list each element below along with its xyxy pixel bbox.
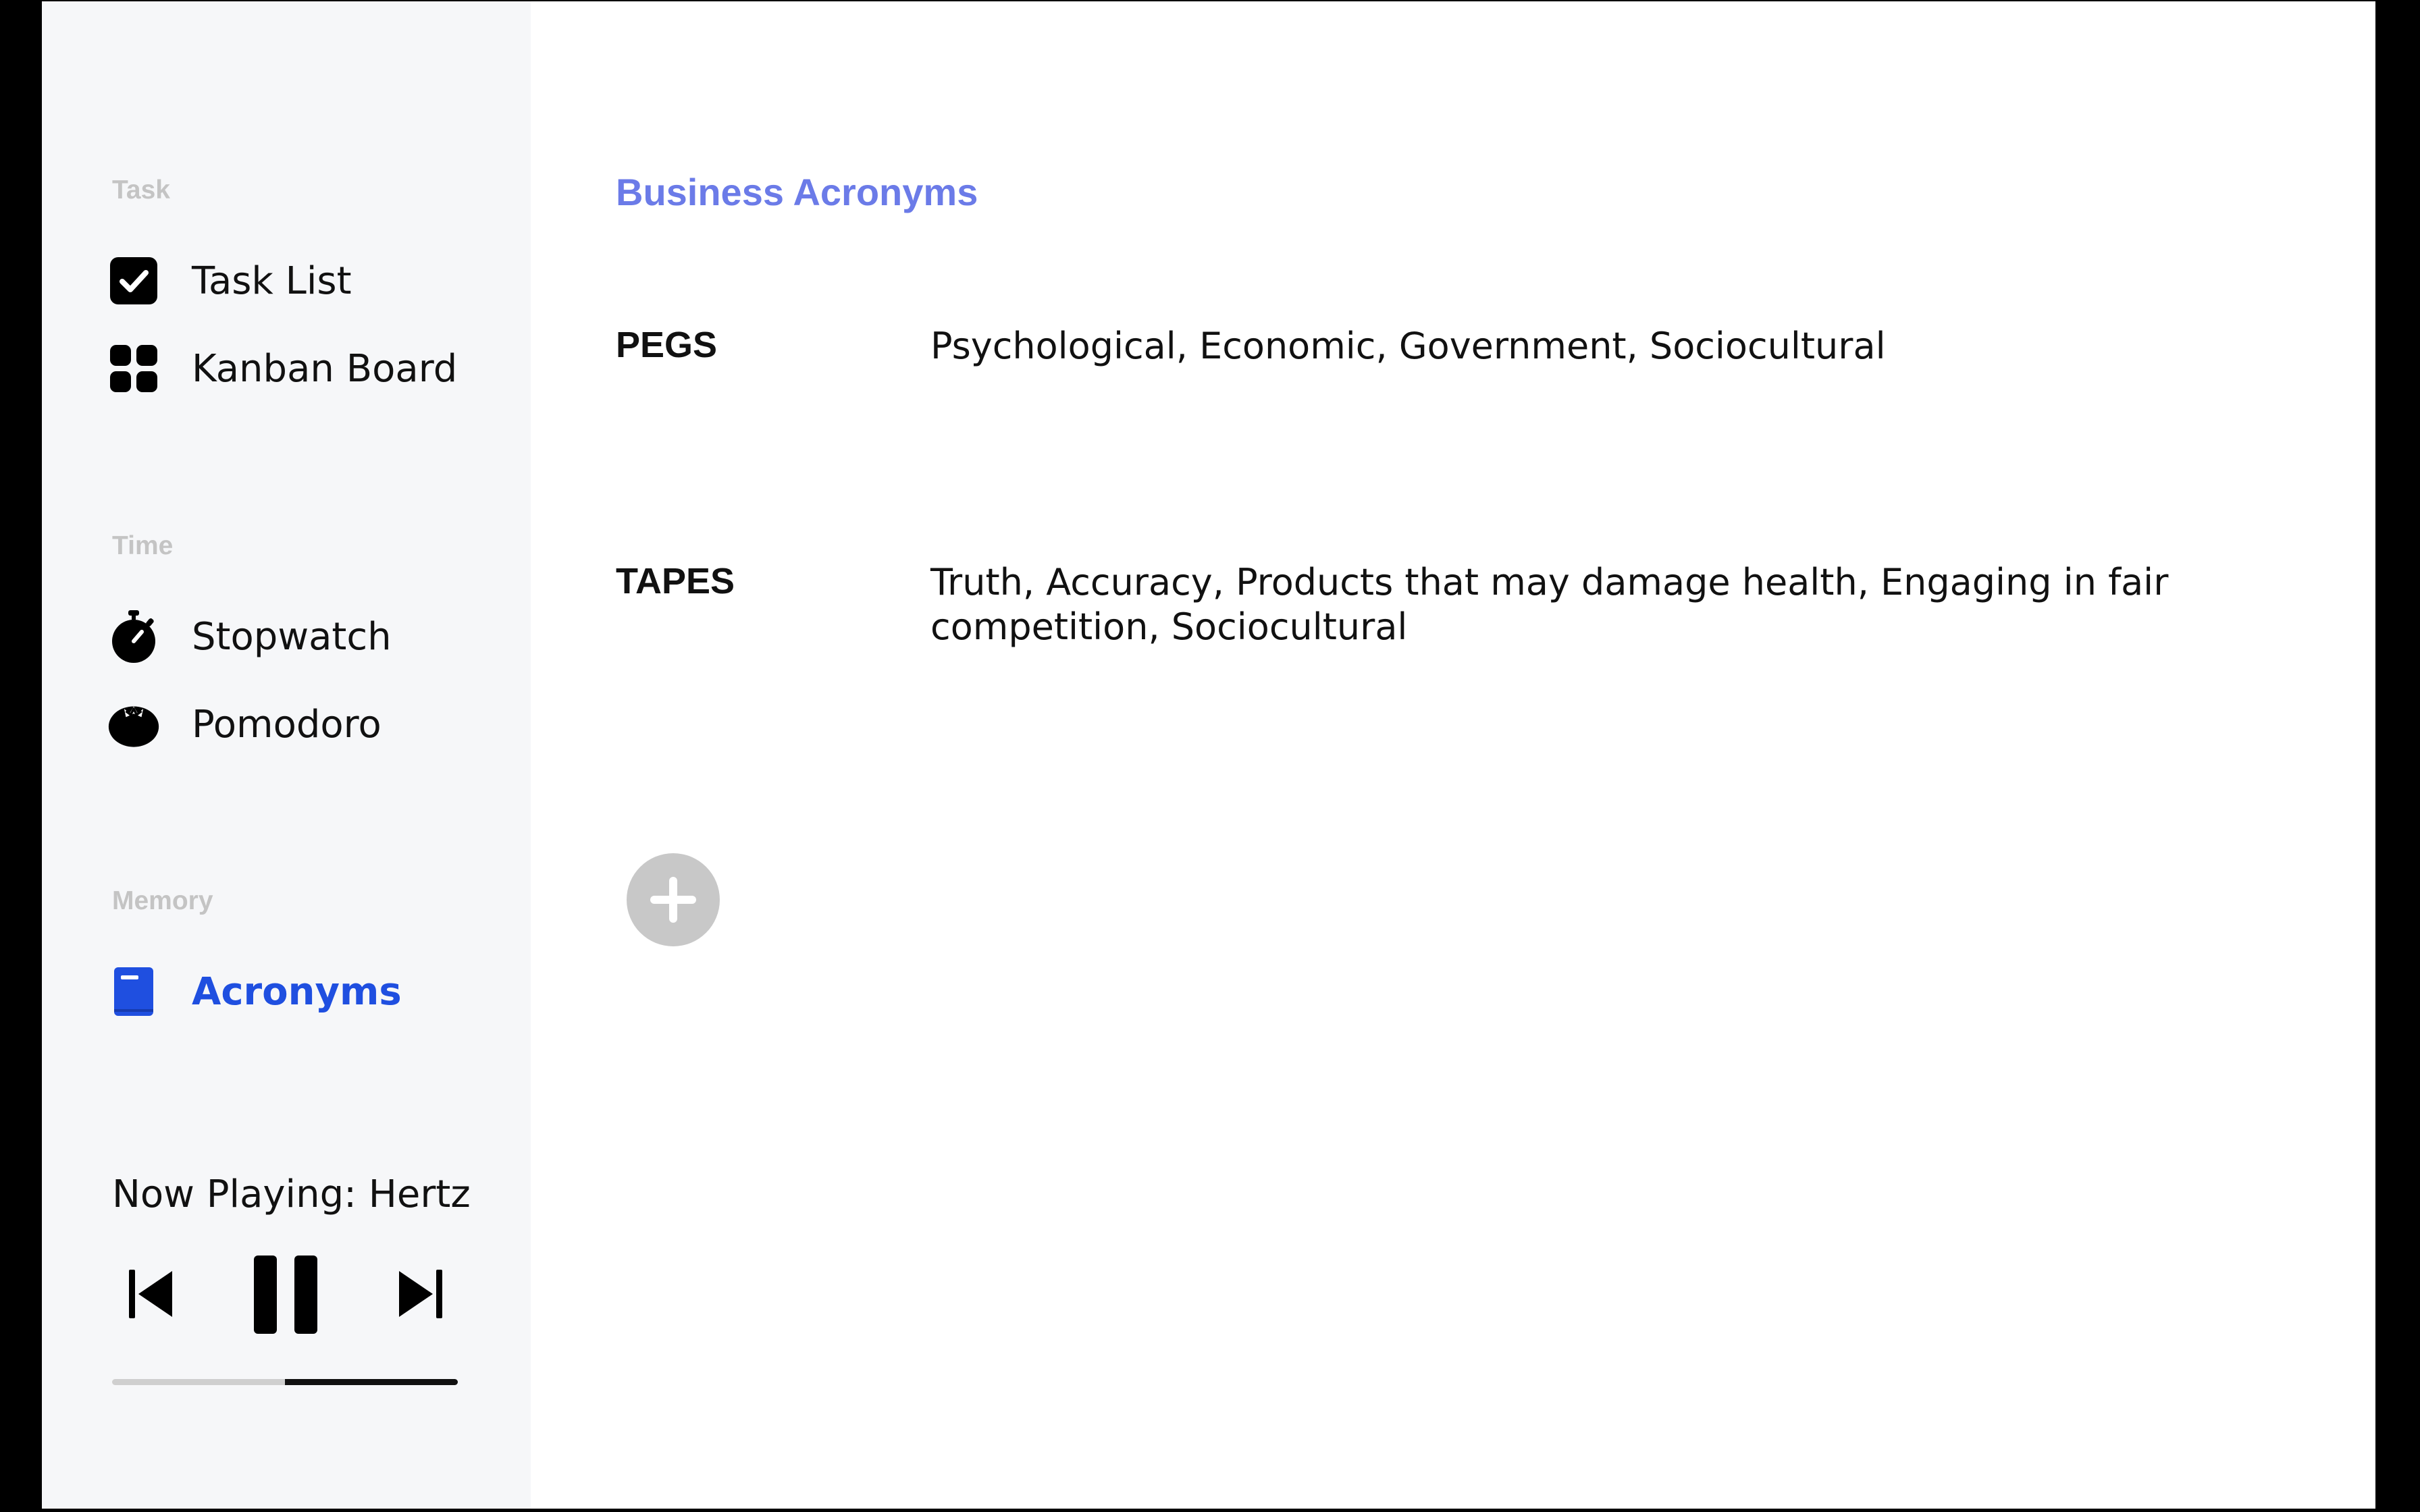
sidebar-item-acronyms[interactable]: Acronyms bbox=[108, 959, 513, 1024]
sidebar-item-label: Task List bbox=[192, 259, 352, 303]
next-track-button[interactable] bbox=[394, 1267, 446, 1321]
sidebar-item-label: Stopwatch bbox=[192, 614, 392, 659]
app-window: Task Task List Kanban Board Time Stopwat… bbox=[42, 1, 2375, 1509]
sidebar-item-label: Kanban Board bbox=[192, 346, 458, 391]
sidebar-item-stopwatch[interactable]: Stopwatch bbox=[108, 604, 513, 669]
skip-forward-icon bbox=[399, 1270, 442, 1318]
sidebar-item-task-list[interactable]: Task List bbox=[108, 248, 513, 313]
checkbox-icon bbox=[108, 255, 159, 306]
sidebar: Task Task List Kanban Board Time Stopwat… bbox=[42, 1, 531, 1509]
previous-track-button[interactable] bbox=[126, 1267, 177, 1321]
acronym-definition: Truth, Accuracy, Products that may damag… bbox=[930, 561, 2169, 648]
progress-bar[interactable] bbox=[112, 1379, 458, 1385]
sidebar-item-label: Pomodoro bbox=[192, 702, 382, 747]
stopwatch-icon bbox=[108, 610, 159, 663]
plus-icon bbox=[650, 877, 696, 923]
acronym-definition: Psychological, Economic, Government, Soc… bbox=[930, 325, 1886, 367]
pause-button[interactable] bbox=[251, 1253, 321, 1336]
main-content: Business Acronyms PEGS Psychological, Ec… bbox=[531, 1, 2375, 1509]
sidebar-item-kanban-board[interactable]: Kanban Board bbox=[108, 336, 513, 401]
section-title-time: Time bbox=[112, 531, 174, 560]
book-icon bbox=[108, 966, 159, 1017]
sidebar-item-pomodoro[interactable]: Pomodoro bbox=[108, 692, 513, 757]
add-acronym-button[interactable] bbox=[627, 853, 720, 946]
grid-icon bbox=[108, 343, 159, 394]
pause-icon bbox=[254, 1256, 317, 1334]
sidebar-item-label: Acronyms bbox=[192, 969, 402, 1014]
acronym-term: PEGS bbox=[616, 325, 718, 365]
tomato-icon bbox=[108, 699, 159, 750]
section-title-task: Task bbox=[112, 176, 170, 205]
now-playing-text: Now Playing: Hertz bbox=[112, 1172, 471, 1216]
section-title-memory: Memory bbox=[112, 886, 213, 915]
skip-back-icon bbox=[129, 1270, 172, 1318]
progress-fill bbox=[285, 1379, 458, 1385]
page-title: Business Acronyms bbox=[616, 171, 978, 213]
acronym-term: TAPES bbox=[616, 561, 735, 601]
